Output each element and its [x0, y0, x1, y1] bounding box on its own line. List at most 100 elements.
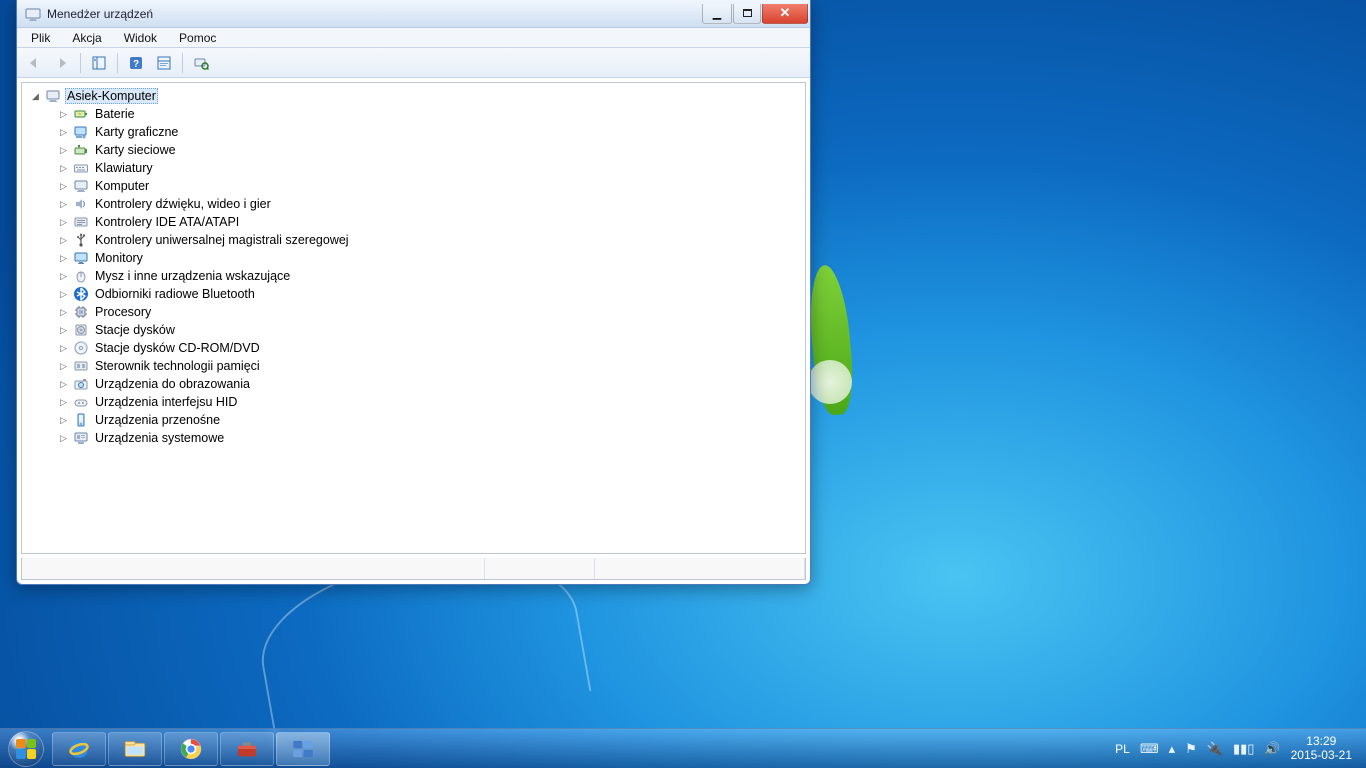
system-icon [73, 430, 89, 446]
tree-item[interactable]: ▷ Procesory [24, 303, 803, 321]
tree-item[interactable]: ▷ Odbiorniki radiowe Bluetooth [24, 285, 803, 303]
power-icon[interactable]: 🔌 [1207, 741, 1223, 757]
start-button[interactable] [6, 729, 46, 768]
expand-icon[interactable]: ▷ [58, 145, 69, 156]
properties-button[interactable] [151, 51, 177, 75]
tree-item[interactable]: ▷Stacje dysków [24, 321, 803, 339]
tree-item[interactable]: ▷ Urządzenia systemowe [24, 429, 803, 447]
optical-icon [73, 340, 89, 356]
expand-icon[interactable]: ▷ [58, 217, 69, 228]
back-button[interactable] [21, 51, 47, 75]
tree-item[interactable]: ▷Urządzenia interfejsu HID [24, 393, 803, 411]
tree-item[interactable]: ▷Karty sieciowe [24, 141, 803, 159]
tree-item[interactable]: ▷Klawiatury [24, 159, 803, 177]
expand-icon[interactable]: ▷ [58, 109, 69, 120]
expand-icon[interactable]: ▷ [58, 289, 69, 300]
expand-icon[interactable]: ▷ [58, 235, 69, 246]
collapse-icon[interactable]: ◢ [30, 91, 41, 102]
disk-icon [73, 322, 89, 338]
menubar: Plik Akcja Widok Pomoc [17, 28, 810, 48]
system-tray: PL ⌨ ▴ ⚑ 🔌 ▮▮▯ 🔊 13:29 2015-03-21 [1115, 735, 1360, 763]
computer-icon [45, 88, 61, 104]
expand-icon[interactable]: ▷ [58, 397, 69, 408]
tree-item[interactable]: ▷ Kontrolery uniwersalnej magistrali szer… [24, 231, 803, 249]
tree-root-label: Asiek-Komputer [65, 88, 158, 104]
expand-icon[interactable]: ▷ [58, 415, 69, 426]
tray-clock[interactable]: 13:29 2015-03-21 [1291, 735, 1352, 763]
desktop-decoration [808, 360, 852, 404]
tree-item-label: Odbiorniki radiowe Bluetooth [93, 287, 257, 301]
expand-icon[interactable]: ▷ [58, 325, 69, 336]
tree-item-label: Kontrolery dźwięku, wideo i gier [93, 197, 273, 211]
tree-item[interactable]: ▷ Kontrolery dźwięku, wideo i gier [24, 195, 803, 213]
menu-pomoc[interactable]: Pomoc [171, 30, 224, 46]
expand-icon[interactable]: ▷ [58, 271, 69, 282]
tree-item[interactable]: ▷Baterie [24, 105, 803, 123]
network-icon[interactable]: ▮▮▯ [1233, 741, 1254, 757]
tree-item[interactable]: ▷Monitory [24, 249, 803, 267]
titlebar[interactable]: Menedżer urządzeń ▁ ✕ [17, 0, 810, 28]
tree-item[interactable]: ▷ Sterownik technologii pamięci [24, 357, 803, 375]
tree-item-label: Procesory [93, 305, 153, 319]
tree-item[interactable]: ▷ Urządzenia do obrazowania [24, 375, 803, 393]
device-tree-panel[interactable]: ◢Asiek-Komputer▷Baterie▷Karty graficzne▷… [21, 82, 806, 554]
toolbar-separator [117, 53, 118, 73]
menu-plik[interactable]: Plik [23, 30, 58, 46]
expand-icon[interactable]: ▷ [58, 127, 69, 138]
tree-item[interactable]: ▷Komputer [24, 177, 803, 195]
taskbar-explorer[interactable] [108, 732, 162, 766]
tree-item[interactable]: ▷ Mysz i inne urządzenia wskazujące [24, 267, 803, 285]
statusbar-cell [485, 558, 595, 579]
expand-icon[interactable]: ▷ [58, 199, 69, 210]
usb-icon [73, 232, 89, 248]
tree-item[interactable]: ▷Stacje dysków CD-ROM/DVD [24, 339, 803, 357]
close-button[interactable]: ✕ [762, 4, 808, 24]
menu-akcja[interactable]: Akcja [64, 30, 109, 46]
maximize-button[interactable] [733, 4, 761, 24]
taskbar-ie[interactable] [52, 732, 106, 766]
expand-icon[interactable]: ▷ [58, 253, 69, 264]
tree-root[interactable]: ◢ Asiek-Komputer [24, 87, 803, 105]
help-button[interactable]: ? [123, 51, 149, 75]
keyboard-layout-icon[interactable]: ⌨ [1140, 741, 1159, 757]
tree-item[interactable]: ▷Urządzenia przenośne [24, 411, 803, 429]
tray-time: 13:29 [1291, 735, 1352, 749]
tree-item-label: Sterownik technologii pamięci [93, 359, 262, 373]
tree-item-label: Urządzenia systemowe [93, 431, 226, 445]
device-tree: ◢Asiek-Komputer▷Baterie▷Karty graficzne▷… [22, 83, 805, 451]
expand-icon[interactable]: ▷ [58, 379, 69, 390]
sound-icon [73, 196, 89, 212]
ide-icon [73, 214, 89, 230]
tray-show-hidden-icons[interactable]: ▴ [1169, 741, 1176, 757]
keyboard-icon [73, 160, 89, 176]
window-buttons: ▁ ✕ [701, 4, 808, 24]
tree-item[interactable]: ▷ Karty graficzne [24, 123, 803, 141]
volume-icon[interactable]: 🔊 [1264, 741, 1280, 757]
toolbar-separator [80, 53, 81, 73]
taskbar-app-toolbox[interactable] [220, 732, 274, 766]
minimize-button[interactable]: ▁ [702, 4, 732, 24]
tray-lang[interactable]: PL [1115, 742, 1130, 756]
forward-button[interactable] [49, 51, 75, 75]
tree-item[interactable]: ▷Kontrolery IDE ATA/ATAPI [24, 213, 803, 231]
expand-icon[interactable]: ▷ [58, 361, 69, 372]
tree-item-label: Karty graficzne [93, 125, 180, 139]
battery-icon [73, 106, 89, 122]
tree-item-label: Kontrolery uniwersalnej magistrali szere… [93, 233, 351, 247]
show-hide-tree-button[interactable] [86, 51, 112, 75]
expand-icon[interactable]: ▷ [58, 307, 69, 318]
expand-icon[interactable]: ▷ [58, 343, 69, 354]
scan-hardware-button[interactable] [188, 51, 214, 75]
statusbar-cell [595, 558, 805, 579]
tree-item-label: Urządzenia do obrazowania [93, 377, 252, 391]
expand-icon[interactable]: ▷ [58, 163, 69, 174]
expand-icon[interactable]: ▷ [58, 433, 69, 444]
imaging-icon [73, 376, 89, 392]
taskbar-chrome[interactable] [164, 732, 218, 766]
network-adapter-icon [73, 142, 89, 158]
tree-item-label: Mysz i inne urządzenia wskazujące [93, 269, 292, 283]
action-center-icon[interactable]: ⚑ [1185, 741, 1197, 757]
menu-widok[interactable]: Widok [116, 30, 165, 46]
taskbar-device-manager[interactable] [276, 732, 330, 766]
expand-icon[interactable]: ▷ [58, 181, 69, 192]
